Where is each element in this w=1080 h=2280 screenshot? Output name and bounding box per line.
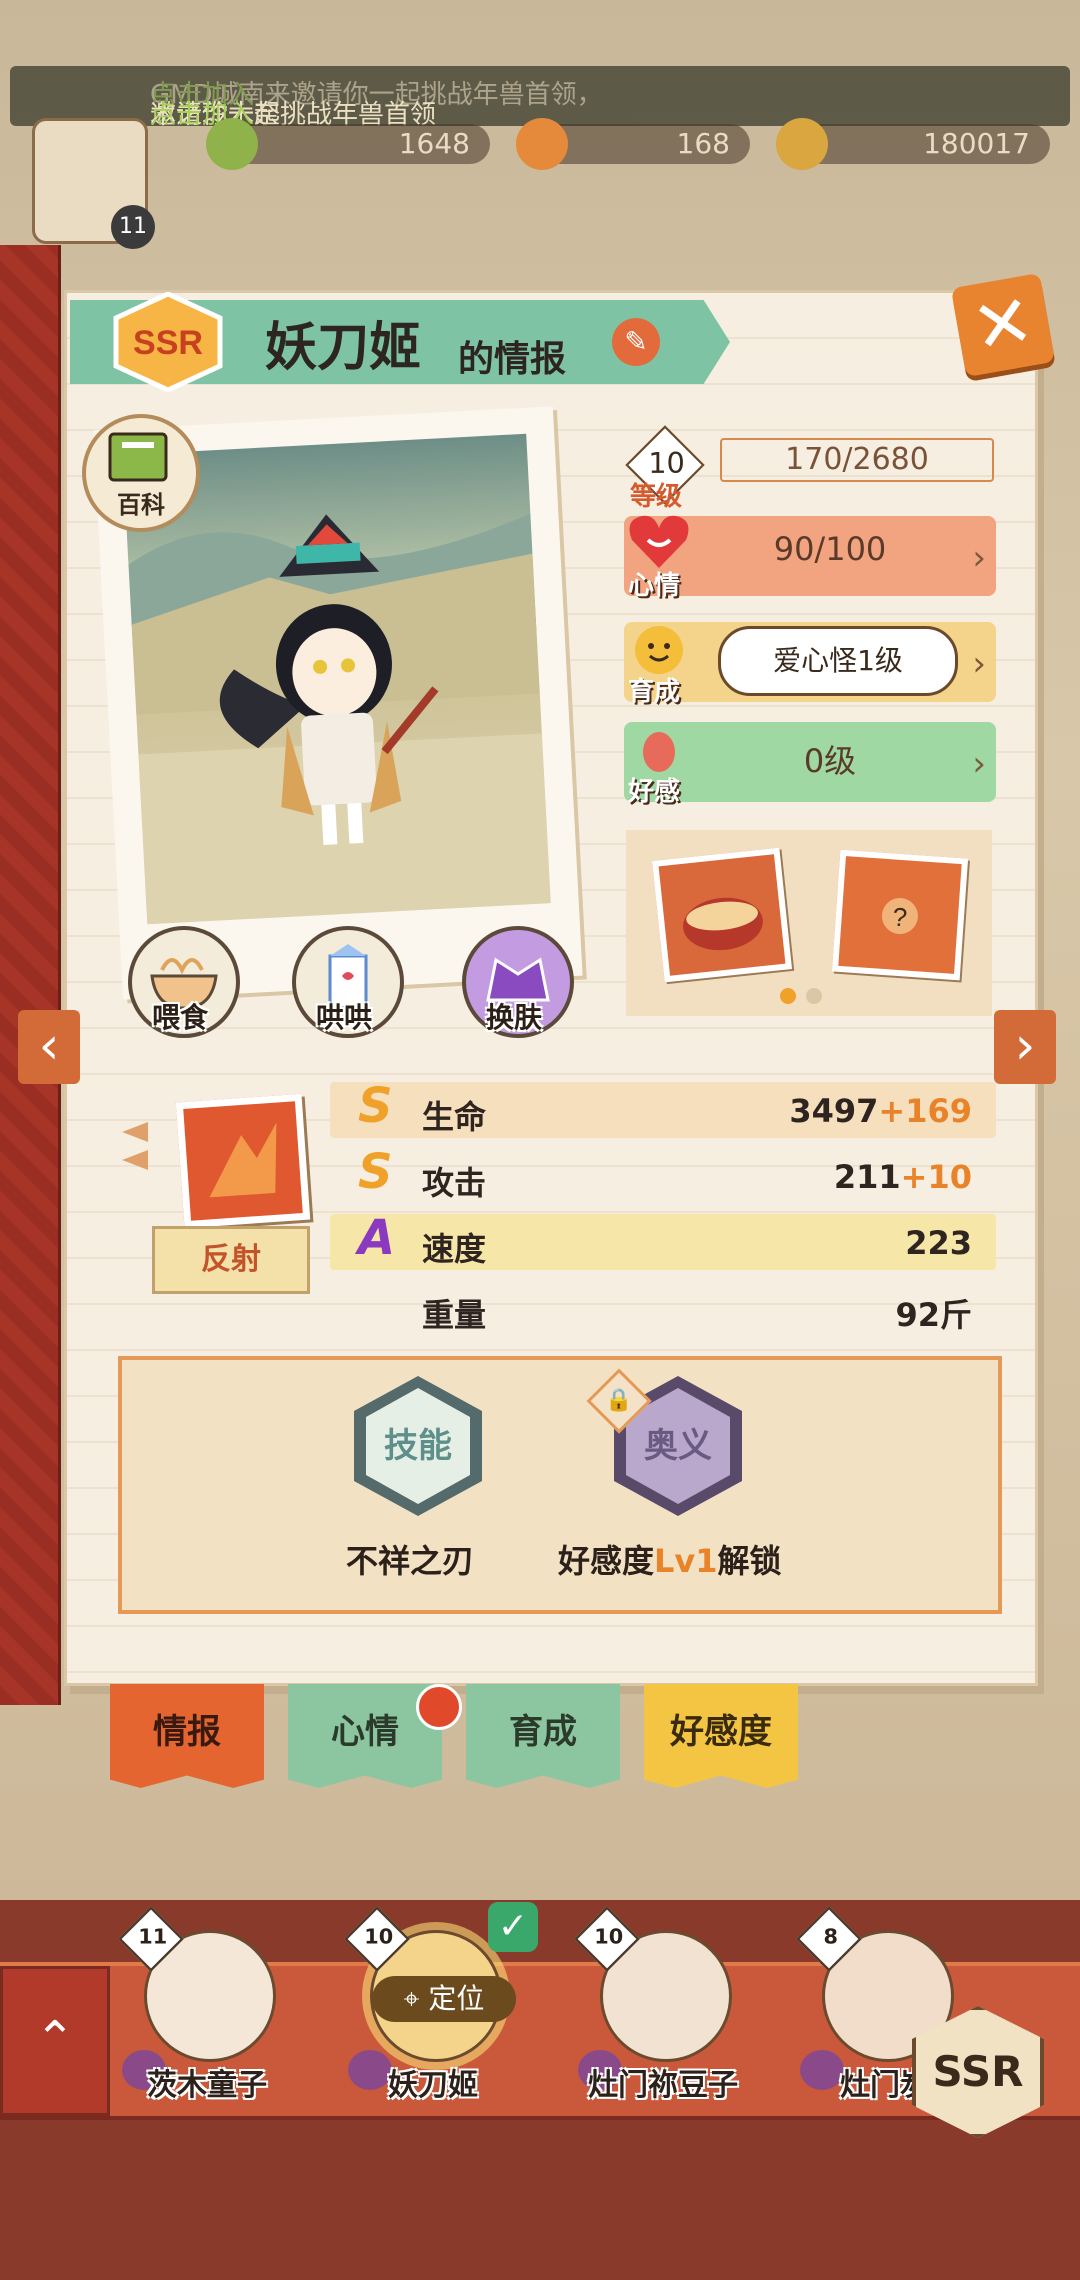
question-icon: ? <box>881 897 918 934</box>
resource-fish[interactable]: 168 <box>516 118 750 170</box>
page-dot <box>806 988 822 1004</box>
chevron-left-icon <box>122 1122 148 1170</box>
food-bowl-icon <box>683 897 763 951</box>
locate-button[interactable]: ⌖ 定位 <box>372 1976 516 2022</box>
stat-weight: 重量 92斤 <box>422 1296 972 1334</box>
resource-clover[interactable]: 1648 <box>206 118 490 170</box>
change-skin-button[interactable]: 换肤 <box>462 926 574 1038</box>
feed-button[interactable]: 喂食 <box>128 926 240 1038</box>
character-name: 妖刀姬 <box>265 318 422 378</box>
level-row: 10 170/2680 等级 <box>624 425 998 512</box>
resource-coin[interactable]: 180017 <box>776 118 1050 170</box>
tab-favor[interactable]: 好感度 <box>644 1684 798 1788</box>
clover-icon <box>206 118 258 170</box>
svg-text:SSR: SSR <box>133 324 203 362</box>
exp-value: 170/2680 <box>720 438 994 482</box>
checkmark-icon: ✓ <box>488 1902 538 1952</box>
page-dot-active <box>780 988 796 1004</box>
roster-character[interactable]: 11 茨木童子 <box>118 1900 292 2103</box>
notification-dot <box>416 1684 462 1730</box>
secret-unlock-hint: 好感度Lv1解锁 <box>558 1542 782 1580</box>
player-avatar[interactable]: 11 <box>32 118 155 249</box>
favor-value: 0级 <box>803 742 857 780</box>
announcement-marquee[interactable]: GMD城南来邀请你一起挑战年兽首领， 点击加入 木之玲木奈 邀请你一起挑战年兽首领点… <box>10 66 1070 130</box>
passive-skill-label: 反射 <box>152 1226 310 1294</box>
encyclopedia-button[interactable]: 百科 <box>82 414 200 532</box>
mood-arrow-icon: › <box>972 538 986 578</box>
coin-icon <box>776 118 828 170</box>
growth-arrow-icon: › <box>972 644 986 684</box>
stat-hp: S 生命 3497+169 <box>330 1078 996 1138</box>
prev-character-button[interactable]: ‹ <box>18 1010 80 1084</box>
tab-growth[interactable]: 育成 <box>466 1684 620 1788</box>
ssr-rarity-badge: SSR <box>113 292 223 392</box>
tab-info[interactable]: 情报 <box>110 1684 264 1788</box>
svg-text:?: ? <box>892 902 909 933</box>
mood-value: 90/100 <box>773 530 887 568</box>
mood-row[interactable]: 心情 90/100 › <box>624 515 996 601</box>
favorite-food-card[interactable] <box>651 847 793 983</box>
player-level-badge: 11 <box>111 205 155 249</box>
title-suffix: 的情报 <box>458 339 567 380</box>
skill-name: 不祥之刃 <box>346 1542 475 1580</box>
stat-speed: A 速度 223 <box>330 1210 996 1270</box>
fish-icon <box>516 118 568 170</box>
favor-arrow-icon: › <box>972 744 986 784</box>
favor-row[interactable]: 好感 0级 › <box>624 722 996 807</box>
page-indicator <box>780 988 832 1008</box>
next-character-button[interactable]: › <box>994 1010 1056 1084</box>
roster-character[interactable]: 10 灶门祢豆子 <box>574 1900 748 2103</box>
soothe-button[interactable]: 哄哄 <box>292 926 404 1038</box>
close-button[interactable]: ✕ <box>950 272 1056 378</box>
passive-skill-icon[interactable] <box>175 1093 311 1229</box>
left-pattern-strip <box>0 245 61 1705</box>
unknown-gift-card[interactable]: ? <box>831 849 969 981</box>
expand-roster-button[interactable]: ⌃ <box>0 1966 110 2116</box>
edit-name-button[interactable]: ✎ <box>612 318 660 366</box>
growth-level-pill: 爱心怪1级 <box>718 626 958 696</box>
stat-attack: S 攻击 211+10 <box>358 1144 972 1202</box>
reflect-icon <box>209 1122 277 1198</box>
